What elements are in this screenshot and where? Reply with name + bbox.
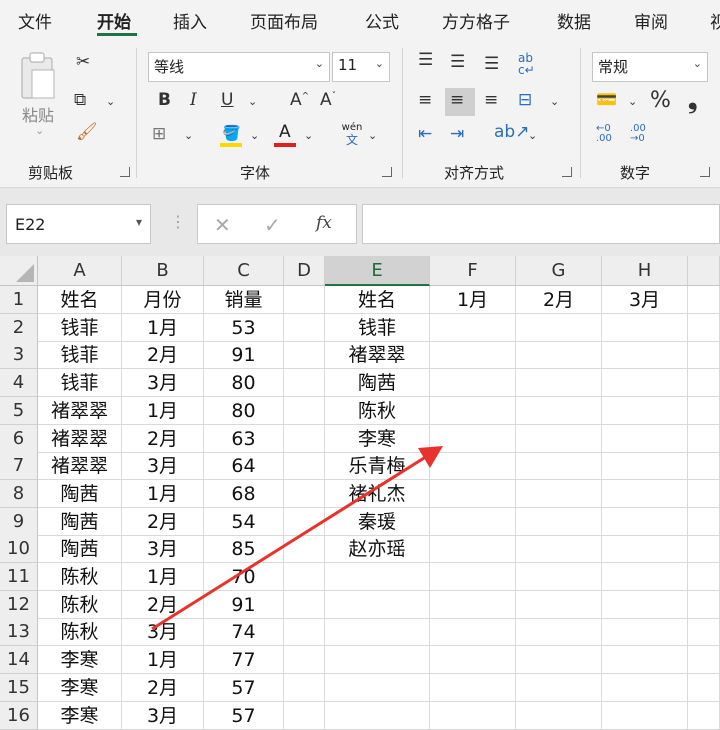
tab-file[interactable]: 文件 xyxy=(18,8,52,33)
copy-dropdown-icon[interactable]: ⌄ xyxy=(106,96,115,107)
format-painter-icon[interactable]: 🖌 xyxy=(76,124,98,141)
underline-icon[interactable]: U xyxy=(221,92,233,109)
number-group-label: 数字 xyxy=(620,164,651,182)
decrease-font-icon[interactable]: Aˇ xyxy=(320,92,336,109)
active-tab-indicator xyxy=(97,33,137,36)
cancel-icon[interactable]: ✕ xyxy=(214,213,231,237)
tab-review[interactable]: 审阅 xyxy=(634,8,668,33)
wrap-text-icon[interactable]: ab c↵ xyxy=(518,52,535,76)
paste-button[interactable]: 粘贴 ⌄ xyxy=(14,50,62,150)
align-top-icon[interactable]: ☰ xyxy=(418,52,433,69)
clipboard-group-label: 剪贴板 xyxy=(28,164,74,182)
tab-data[interactable]: 数据 xyxy=(557,8,591,33)
font-color-icon[interactable]: A xyxy=(274,122,296,148)
font-size-select[interactable]: 11 ⌄ xyxy=(332,52,390,82)
chevron-down-icon: ⌄ xyxy=(374,57,384,70)
font-name-select[interactable]: 等线 ⌄ xyxy=(148,52,330,82)
increase-font-icon[interactable]: A^ xyxy=(290,92,309,109)
increase-indent-icon[interactable]: ⇥ xyxy=(450,126,464,143)
clipboard-launcher-icon[interactable] xyxy=(120,167,130,177)
paste-label: 粘贴 xyxy=(22,106,55,125)
merge-center-icon[interactable]: ⊟ xyxy=(518,92,532,109)
formula-bar: E22 ▾ ⋮ ✕ ✓ fx xyxy=(0,188,720,256)
number-launcher-icon[interactable] xyxy=(700,167,710,177)
increase-decimal-icon[interactable]: ←0.00 xyxy=(596,124,612,144)
name-box[interactable]: E22 ▾ xyxy=(6,204,151,244)
orientation-dropdown-icon[interactable]: ⌄ xyxy=(528,130,537,141)
name-box-value: E22 xyxy=(15,215,46,234)
tab-page-layout[interactable]: 页面布局 xyxy=(250,8,318,33)
font-name-value: 等线 xyxy=(154,58,185,76)
decrease-decimal-icon[interactable]: .00 →0 xyxy=(630,124,646,144)
chevron-down-icon: ⌄ xyxy=(314,57,324,70)
bold-icon[interactable]: B xyxy=(158,92,171,109)
number-format-select[interactable]: 常规 ⌄ xyxy=(592,52,708,82)
tab-home[interactable]: 开始 xyxy=(97,8,131,33)
formula-buttons: ✕ ✓ fx xyxy=(197,204,357,244)
fill-color-icon[interactable]: 🪣 xyxy=(220,124,242,148)
phonetic-icon[interactable]: wén 文 xyxy=(340,122,364,148)
red-arrow-annotation xyxy=(151,446,443,631)
align-middle-icon[interactable]: ☰ xyxy=(450,54,465,71)
percent-style-icon[interactable]: % xyxy=(650,90,671,112)
chevron-down-icon: ▾ xyxy=(135,215,142,229)
font-launcher-icon[interactable] xyxy=(382,167,392,177)
tab-view[interactable]: 视 xyxy=(710,8,720,33)
paste-dropdown-icon: ⌄ xyxy=(35,124,45,137)
copy-icon[interactable]: ⧉ xyxy=(74,92,86,109)
accounting-dropdown-icon[interactable]: ⌄ xyxy=(628,96,637,107)
borders-icon[interactable]: ⊞ xyxy=(152,126,166,143)
merge-dropdown-icon[interactable]: ⌄ xyxy=(550,96,559,107)
decrease-indent-icon[interactable]: ⇤ xyxy=(418,126,432,143)
font-group-label: 字体 xyxy=(240,164,271,182)
phonetic-dropdown-icon[interactable]: ⌄ xyxy=(368,130,377,141)
tab-ffgz[interactable]: 方方格子 xyxy=(442,8,510,33)
fill-dropdown-icon[interactable]: ⌄ xyxy=(250,130,259,141)
number-format-value: 常规 xyxy=(598,58,629,76)
tab-insert[interactable]: 插入 xyxy=(173,8,207,33)
tab-formulas[interactable]: 公式 xyxy=(365,8,399,33)
alignment-launcher-icon[interactable] xyxy=(562,167,572,177)
cut-icon[interactable]: ✂ xyxy=(76,54,90,71)
orientation-icon[interactable]: ab↗ xyxy=(494,124,529,141)
insert-function-icon[interactable]: fx xyxy=(316,213,332,233)
formula-input[interactable] xyxy=(362,204,720,244)
group-divider xyxy=(580,48,581,178)
more-options-icon[interactable]: ⋮ xyxy=(170,212,186,231)
align-left-icon[interactable]: ≡ xyxy=(418,92,432,109)
align-bottom-icon[interactable]: ☰ xyxy=(484,56,499,73)
group-divider xyxy=(136,48,137,178)
font-size-value: 11 xyxy=(338,56,358,74)
ribbon-tab-bar: 文件 开始 插入 页面布局 公式 方方格子 数据 审阅 视 xyxy=(0,0,720,40)
group-divider xyxy=(402,48,403,178)
italic-icon[interactable]: I xyxy=(190,92,197,109)
worksheet-grid: ABCDEFGH 1 2 3 4 5 6 7 8 9 10 11 12 13 14 15 16 姓名 月份 销量姓… xyxy=(0,256,720,730)
ribbon: 粘贴 ⌄ ✂ ⧉ ⌄ 🖌 剪贴板 等线 ⌄ 11 ⌄ B I U ⌄ A^ Aˇ… xyxy=(0,40,720,188)
underline-dropdown-icon[interactable]: ⌄ xyxy=(248,96,257,107)
accounting-format-icon[interactable]: 💳 xyxy=(596,92,617,109)
clipboard-icon xyxy=(21,52,55,99)
borders-dropdown-icon[interactable]: ⌄ xyxy=(184,130,193,141)
alignment-group-label: 对齐方式 xyxy=(444,164,505,182)
enter-icon[interactable]: ✓ xyxy=(264,213,281,237)
chevron-down-icon: ⌄ xyxy=(692,57,702,70)
align-center-icon[interactable]: ≡ xyxy=(450,92,464,109)
align-right-icon[interactable]: ≡ xyxy=(484,92,498,109)
font-color-dropdown-icon[interactable]: ⌄ xyxy=(304,130,313,141)
comma-style-icon[interactable]: ❟ xyxy=(688,88,697,112)
